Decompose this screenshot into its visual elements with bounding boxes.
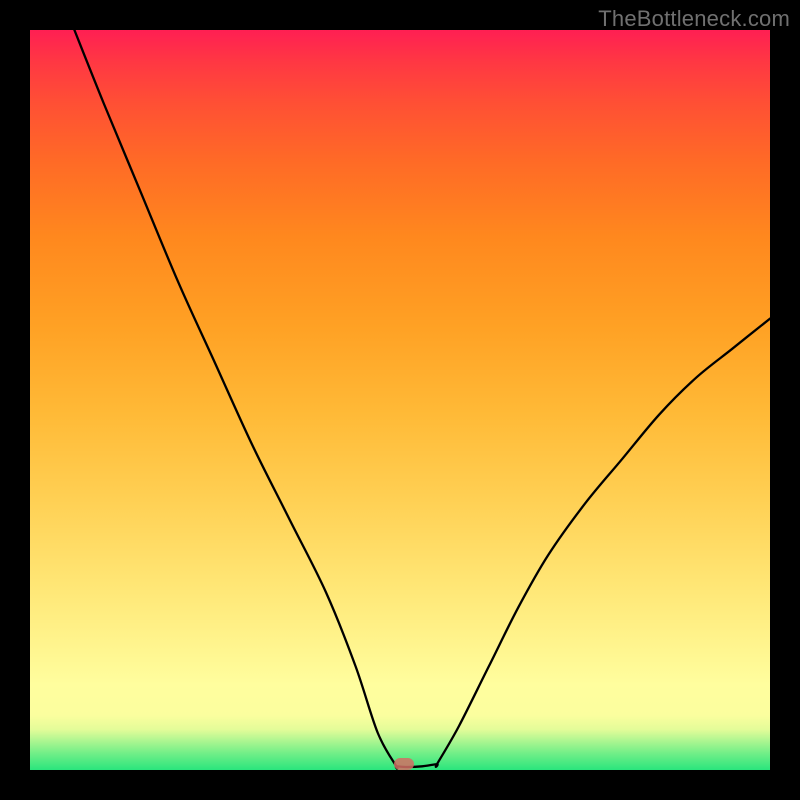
bottleneck-curve <box>30 30 770 770</box>
plot-area <box>30 30 770 770</box>
watermark-text: TheBottleneck.com <box>598 6 790 32</box>
chart-stage: TheBottleneck.com <box>0 0 800 800</box>
optimum-marker <box>394 758 414 770</box>
curve-path <box>74 30 770 769</box>
